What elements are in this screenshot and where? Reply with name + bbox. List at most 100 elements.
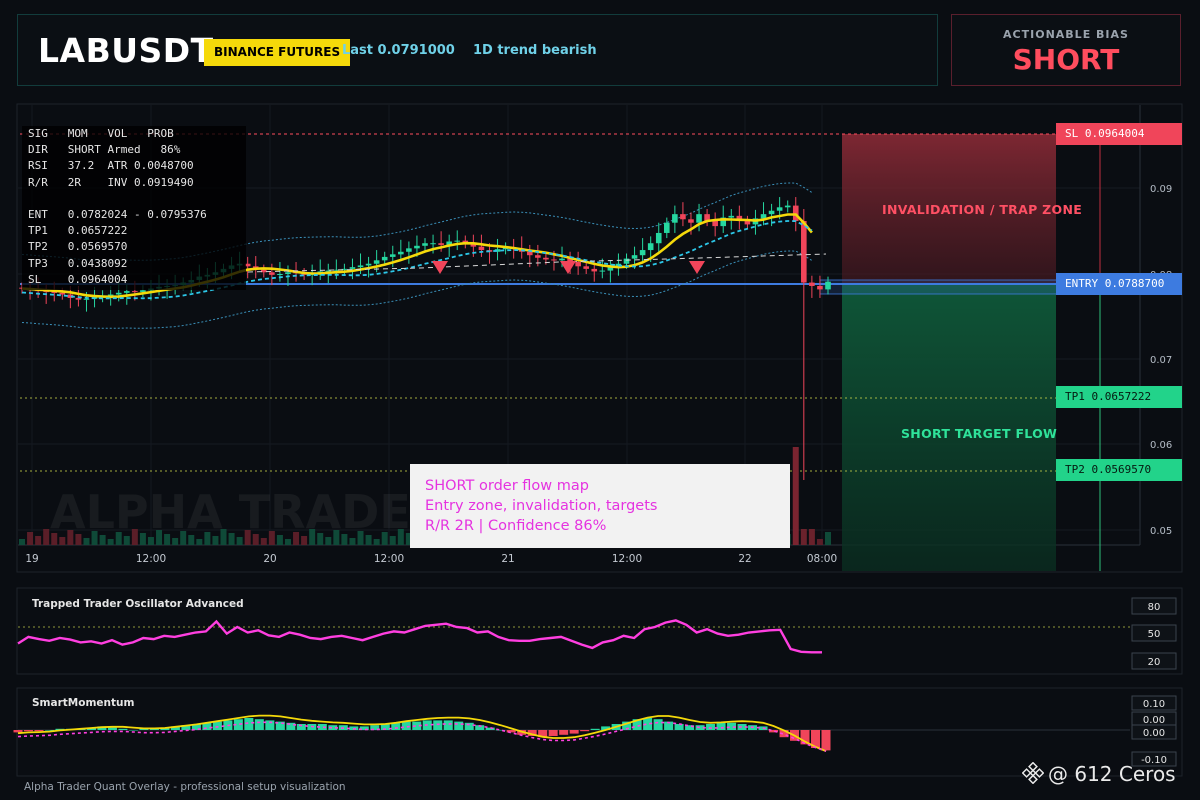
candle-body	[381, 256, 388, 261]
signal-info-text: SIG MOM VOL PROB DIR SHORT Armed 86% RSI…	[28, 127, 207, 286]
volume-bar	[260, 538, 267, 545]
candle-body	[115, 292, 122, 295]
volume-bar	[19, 539, 25, 545]
volume-bar	[204, 532, 211, 545]
momentum-bar	[433, 720, 443, 730]
osc-level: 80	[1148, 602, 1161, 613]
momentum-bar	[569, 730, 579, 734]
price-tick: 0.06	[1150, 440, 1172, 451]
volume-bar	[276, 535, 283, 545]
volume-bar	[27, 532, 34, 545]
volume-bar	[268, 531, 275, 545]
volume-bar	[357, 531, 364, 545]
momentum-bar	[548, 730, 558, 736]
candle-body	[712, 220, 718, 227]
volume-bar	[156, 530, 163, 545]
momentum-bar	[580, 730, 590, 732]
candle-body	[123, 291, 130, 293]
volume-bar	[252, 534, 259, 545]
candle-body	[454, 240, 461, 242]
volume-bar	[131, 529, 138, 545]
candle-body	[664, 222, 670, 233]
volume-bar	[99, 535, 106, 545]
footer-caption: Alpha Trader Quant Overlay - professiona…	[24, 781, 346, 793]
momentum-bar	[254, 719, 264, 730]
volume-bar	[75, 534, 82, 545]
candle-body	[430, 243, 436, 245]
momentum-bar	[443, 720, 453, 730]
time-tick: 19	[25, 553, 38, 565]
volume-bar	[59, 537, 66, 545]
momentum-bar	[23, 730, 33, 732]
time-tick: 12:00	[374, 553, 404, 565]
volume-bar	[67, 530, 74, 545]
momentum-bar	[821, 730, 831, 751]
candle-body	[744, 220, 751, 225]
volume-bar	[381, 532, 388, 545]
credit-text: @ 612 Ceros	[1048, 762, 1176, 786]
signal-info-table: SIG MOM VOL PROB DIR SHORT Armed 86% RSI…	[22, 126, 246, 290]
osc-level: 20	[1148, 657, 1161, 668]
candle-body	[680, 214, 686, 220]
candle-body	[631, 255, 638, 259]
candle-body	[535, 255, 541, 258]
candle-body	[285, 272, 291, 274]
volume-bar	[397, 529, 404, 545]
volume-bar	[816, 539, 823, 545]
entry-zone	[819, 279, 1061, 295]
candle-body	[768, 210, 775, 215]
candle-body	[647, 243, 654, 251]
volume-bar	[284, 539, 291, 545]
momentum-bar	[107, 727, 117, 730]
candle-body	[107, 294, 114, 296]
volume-bar	[325, 537, 332, 545]
candle-body	[655, 232, 662, 244]
chart-canvas[interactable]: ALPHA TRADER 0.090.080.070.060.051912:00…	[0, 0, 1200, 800]
candle-body	[599, 270, 606, 272]
momentum-title: SmartMomentum	[32, 697, 135, 709]
invalidation-zone-label: INVALIDATION / TRAP ZONE	[882, 202, 1083, 217]
candle-body	[59, 292, 66, 295]
volume-bar	[91, 531, 98, 545]
candle-body	[389, 254, 396, 257]
volume-bar	[172, 538, 179, 545]
volume-bar	[236, 537, 243, 545]
momentum-bar	[653, 719, 663, 730]
momentum-bar	[559, 730, 569, 735]
candle-body	[83, 298, 90, 300]
volume-bar	[212, 536, 219, 545]
time-tick: 08:00	[807, 553, 837, 565]
candle-body	[639, 250, 646, 256]
candle-body	[422, 243, 428, 246]
candle-body	[672, 214, 678, 223]
candle-body	[406, 248, 412, 252]
volume-bar	[792, 447, 799, 545]
momentum-bar	[401, 721, 411, 730]
candle-body	[349, 267, 356, 269]
volume-bar	[808, 529, 815, 545]
volume-bar	[333, 530, 340, 545]
binance-logo-icon	[1022, 762, 1044, 784]
price-tick: 0.07	[1150, 355, 1172, 366]
volume-bar	[107, 539, 114, 545]
momentum-bar	[118, 728, 128, 730]
candle-body	[728, 215, 735, 218]
candle-body	[559, 258, 565, 261]
note-line-1: SHORT order flow map	[425, 478, 589, 494]
candle-body	[825, 281, 831, 290]
candle-body	[583, 266, 589, 269]
momentum-bar	[454, 721, 464, 730]
volume-bar	[228, 533, 235, 545]
time-tick: 20	[263, 553, 276, 565]
candle-body	[543, 257, 549, 260]
candle-body	[801, 220, 807, 283]
time-tick: 22	[738, 553, 751, 565]
volume-bar	[365, 535, 372, 545]
credit: @ 612 Ceros	[1022, 762, 1176, 786]
volume-bar	[51, 533, 58, 545]
candle-body	[591, 268, 598, 272]
volume-bar	[800, 529, 807, 545]
candle-body	[398, 251, 404, 255]
candle-body	[478, 246, 485, 251]
momentum-level: 0.00	[1143, 715, 1165, 726]
